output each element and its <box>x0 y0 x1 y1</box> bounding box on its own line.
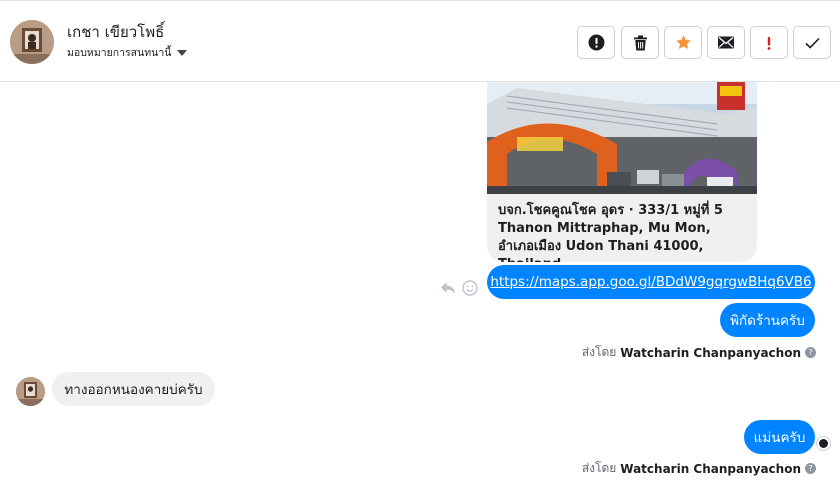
sent-by-info: ส่งโดย Watcharin Chanpanyachon ? <box>582 459 816 478</box>
contact-avatar[interactable] <box>10 20 54 64</box>
contact-avatar-image <box>10 20 54 64</box>
message-text: ทางออกหนองคายบ่ครับ <box>64 382 203 398</box>
reply-icon[interactable] <box>440 281 456 295</box>
flag-button[interactable] <box>750 26 788 59</box>
incoming-message-bubble[interactable]: ทางออกหนองคายบ่ครับ <box>52 372 215 406</box>
question-icon[interactable]: ? <box>805 463 816 474</box>
message-thread[interactable]: บจก.โชคคูณโชค อุดร · 333/1 หมู่ที่ 5 Tha… <box>0 82 840 503</box>
location-address: บจก.โชคคูณโชค อุดร · 333/1 หมู่ที่ 5 Tha… <box>498 203 723 262</box>
message-actions <box>440 280 478 296</box>
check-icon <box>804 37 820 49</box>
link-message-bubble[interactable]: https://maps.app.goo.gl/BDdW9gqrgwBHq6VB… <box>487 265 815 299</box>
sent-by-label: ส่งโดย <box>581 461 617 475</box>
question-icon[interactable]: ? <box>805 347 816 358</box>
assign-conversation-dropdown[interactable]: มอบหมายการสนทนานี้ <box>67 44 188 61</box>
report-spam-button[interactable] <box>577 26 615 59</box>
mark-done-button[interactable] <box>793 26 831 59</box>
sender-name: Watcharin Chanpanyachon <box>620 461 801 476</box>
sent-by-label: ส่งโดย <box>581 345 617 359</box>
sent-by-info: ส่งโดย Watcharin Chanpanyachon ? <box>582 343 816 362</box>
assign-label: มอบหมายการสนทนานี้ <box>67 47 172 59</box>
exclamation-circle-icon <box>588 34 604 51</box>
emoji-reaction-icon[interactable] <box>462 280 478 296</box>
mark-unread-button[interactable] <box>707 26 745 59</box>
message-text: แม่นครับ <box>753 430 806 446</box>
sender-name: Watcharin Chanpanyachon <box>620 345 801 360</box>
message-text: พิกัดร้านครับ <box>730 313 805 329</box>
outgoing-message-bubble[interactable]: พิกัดร้านครับ <box>720 303 815 337</box>
exclamation-mark-icon <box>767 36 771 50</box>
contact-avatar-small-image <box>16 377 45 406</box>
outgoing-message-bubble[interactable]: แม่นครับ <box>744 420 815 454</box>
location-preview-image <box>487 82 757 194</box>
contact-avatar-small[interactable] <box>16 377 45 406</box>
seen-indicator <box>817 437 830 450</box>
contact-name[interactable]: เกชา เขียวโพธิ์ <box>67 20 164 44</box>
star-icon <box>675 35 691 50</box>
trash-icon <box>633 35 647 50</box>
delete-button[interactable] <box>621 26 659 59</box>
chevron-down-icon <box>177 49 188 56</box>
envelope-icon <box>718 36 734 49</box>
map-link[interactable]: https://maps.app.goo.gl/BDdW9gqrgwBHq6VB… <box>490 274 811 290</box>
location-card[interactable]: บจก.โชคคูณโชค อุดร · 333/1 หมู่ที่ 5 Tha… <box>487 82 757 262</box>
star-button[interactable] <box>664 26 702 59</box>
conversation-header: เกชา เขียวโพธิ์ มอบหมายการสนทนานี้ <box>0 0 840 82</box>
